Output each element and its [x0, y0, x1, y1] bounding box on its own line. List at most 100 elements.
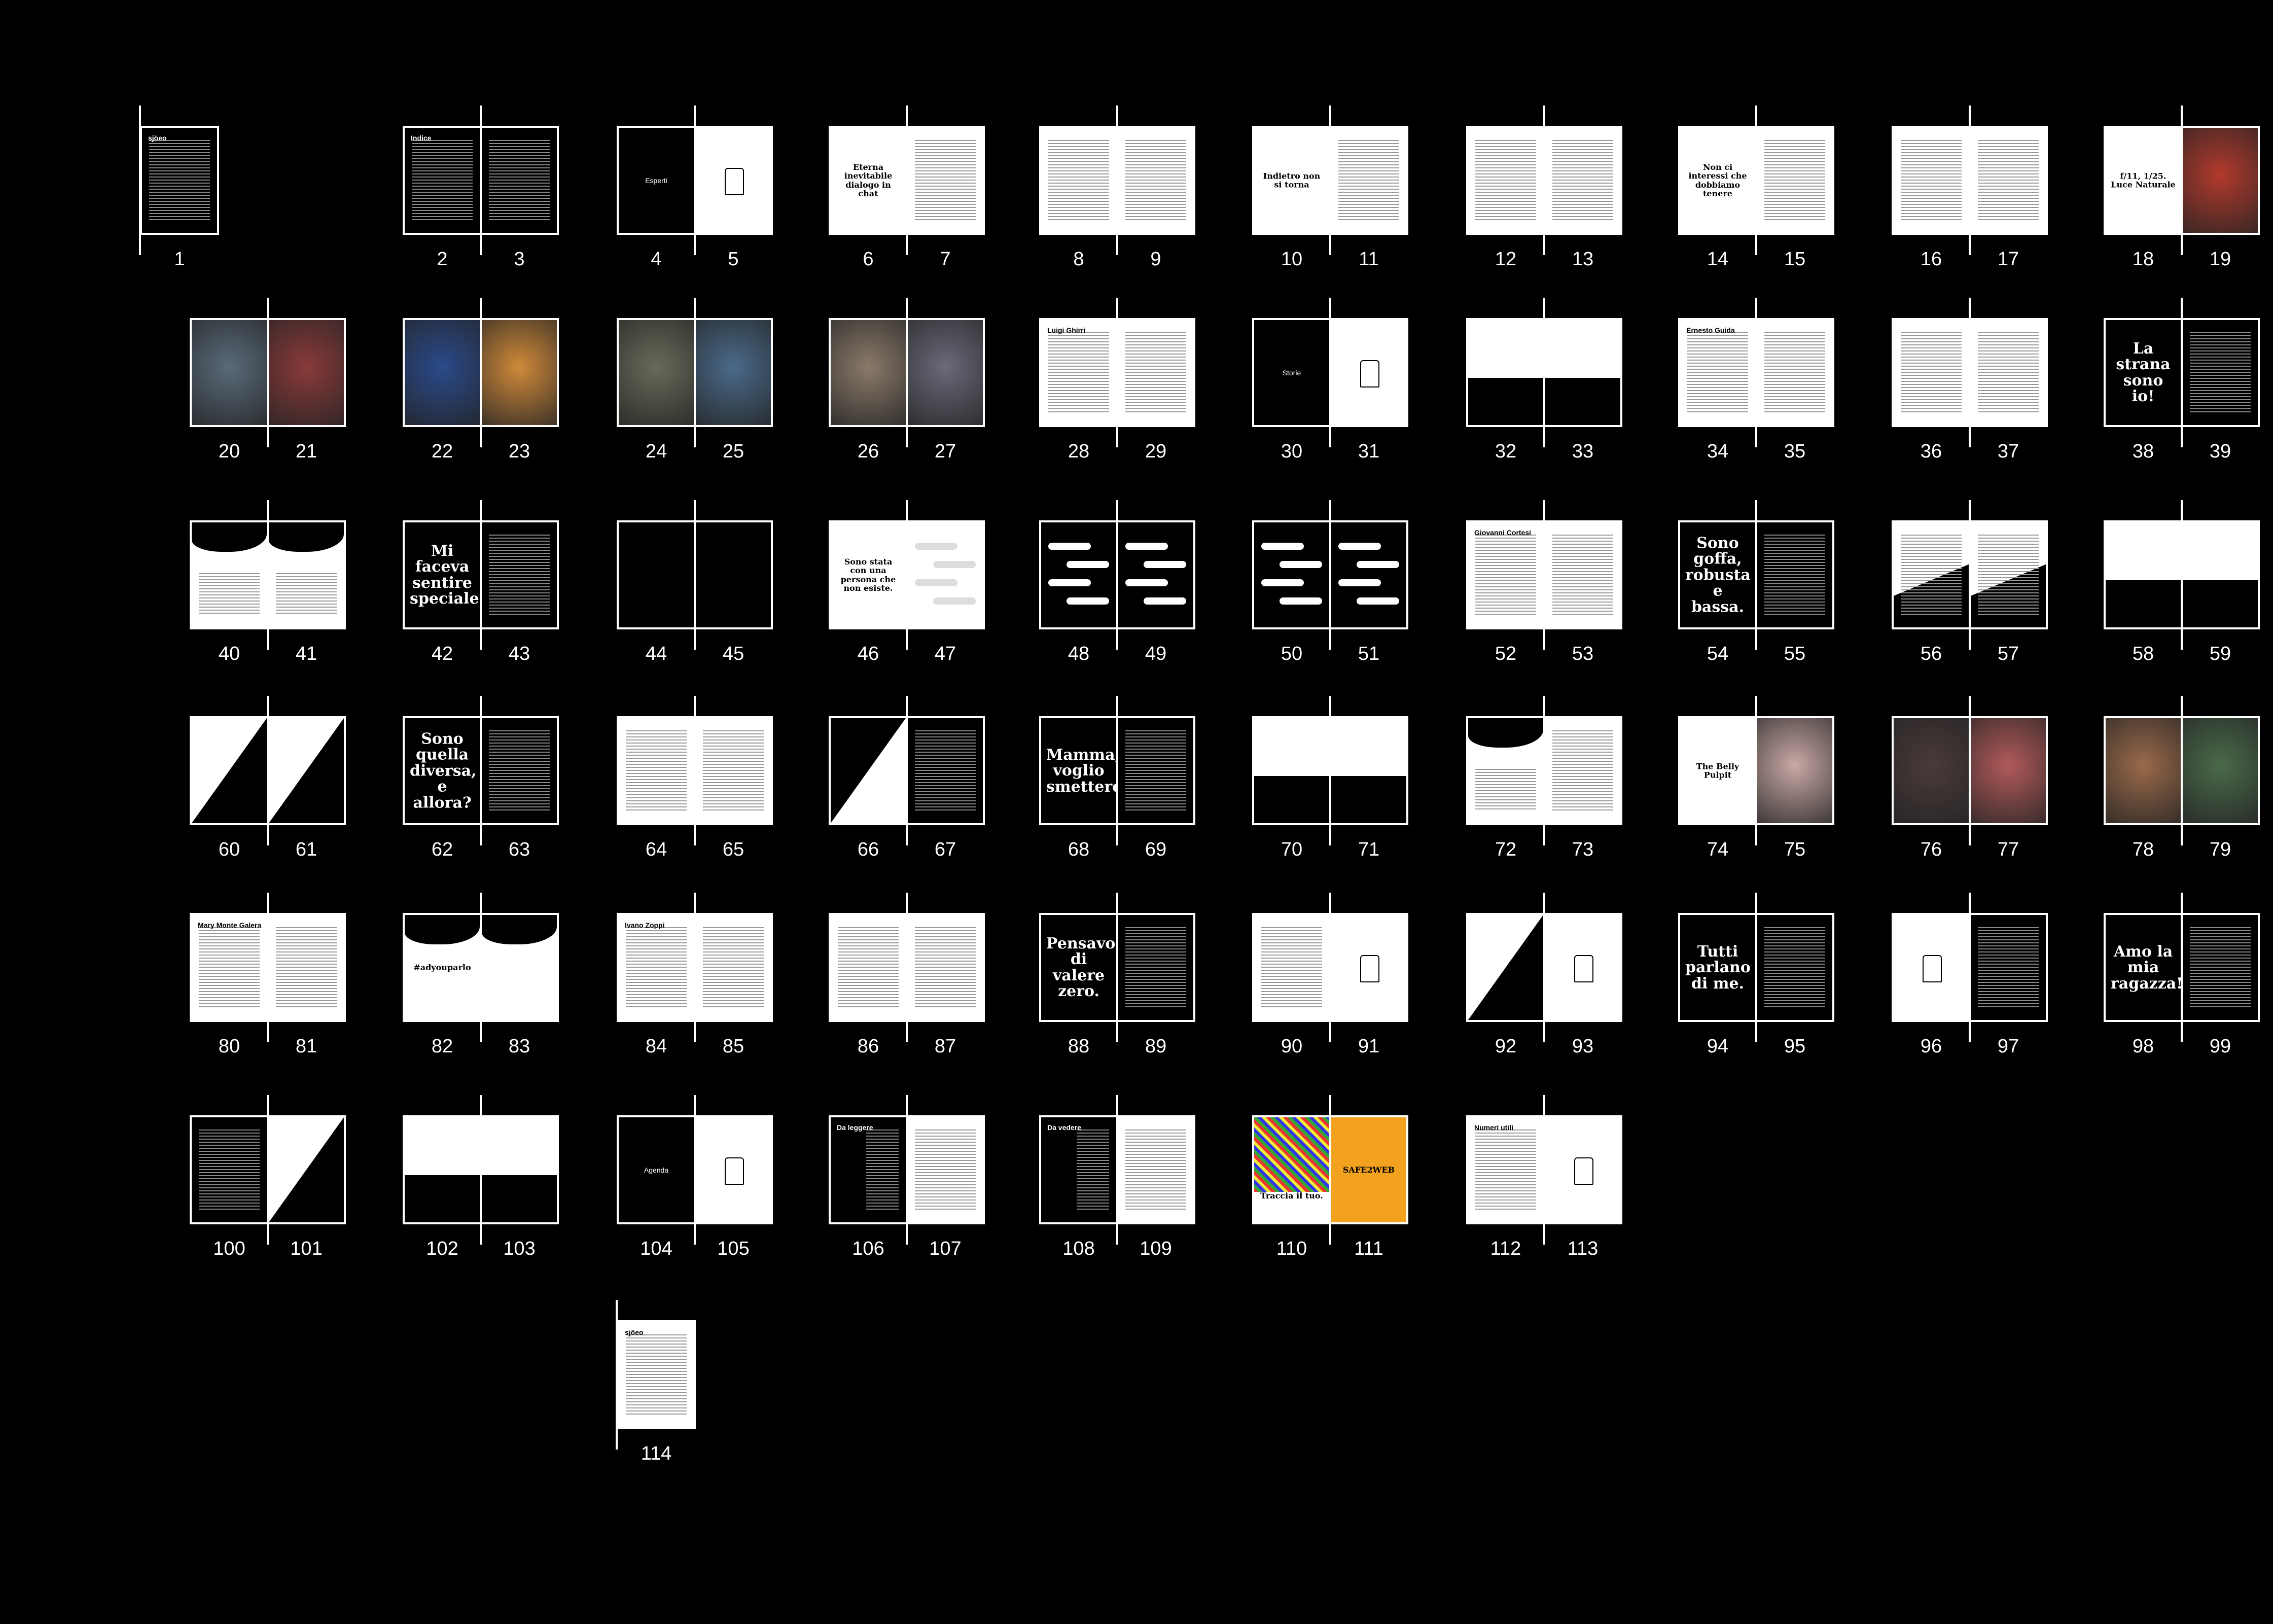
- page-thumbnail[interactable]: [1116, 126, 1195, 235]
- page-thumbnail[interactable]: Mi faceva sentire speciale.: [403, 520, 482, 629]
- page-thumbnail[interactable]: [2104, 520, 2183, 629]
- page-thumbnail[interactable]: [906, 913, 985, 1022]
- page-thumbnail[interactable]: [1252, 716, 1331, 825]
- page-thumbnail[interactable]: Agenda: [617, 1115, 696, 1224]
- page-thumbnail[interactable]: [1892, 913, 1971, 1022]
- page-thumbnail[interactable]: [1755, 318, 1834, 427]
- page-thumbnail[interactable]: [694, 716, 773, 825]
- page-thumbnail[interactable]: [2104, 716, 2183, 825]
- page-thumbnail[interactable]: [1466, 716, 1545, 825]
- page-thumbnail[interactable]: SAFE2WEB: [1329, 1115, 1408, 1224]
- page-thumbnail[interactable]: [1543, 1115, 1622, 1224]
- page-thumbnail[interactable]: [480, 716, 559, 825]
- page-thumbnail[interactable]: La strana sono io!: [2104, 318, 2183, 427]
- page-thumbnail[interactable]: [190, 318, 269, 427]
- page-thumbnail[interactable]: Mamma, voglio smettere.: [1039, 716, 1118, 825]
- page-thumbnail[interactable]: [1969, 126, 2048, 235]
- page-thumbnail[interactable]: #adyouparlo: [403, 913, 482, 1022]
- page-thumbnail[interactable]: [1969, 318, 2048, 427]
- page-thumbnail[interactable]: [1116, 913, 1195, 1022]
- page-thumbnail[interactable]: Ivano Zoppi: [617, 913, 696, 1022]
- page-thumbnail[interactable]: sjöeo: [617, 1320, 696, 1429]
- page-thumbnail[interactable]: Indice: [403, 126, 482, 235]
- page-thumbnail[interactable]: The Belly Pulpit: [1678, 716, 1757, 825]
- page-thumbnail[interactable]: Ernesto Guida: [1678, 318, 1757, 427]
- page-thumbnail[interactable]: [1329, 520, 1408, 629]
- page-thumbnail[interactable]: Sono stata con una persona che non esist…: [829, 520, 908, 629]
- page-thumbnail[interactable]: [617, 716, 696, 825]
- page-thumbnail[interactable]: Da vedere: [1039, 1115, 1118, 1224]
- page-thumbnail[interactable]: [1329, 126, 1408, 235]
- page-thumbnail[interactable]: Storie: [1252, 318, 1331, 427]
- page-thumbnail[interactable]: [1892, 318, 1971, 427]
- page-thumbnail[interactable]: [694, 913, 773, 1022]
- page-thumbnail[interactable]: Mary Monte Galera: [190, 913, 269, 1022]
- page-thumbnail[interactable]: [1039, 126, 1118, 235]
- page-thumbnail[interactable]: [617, 520, 696, 629]
- page-thumbnail[interactable]: [2181, 126, 2260, 235]
- page-thumbnail[interactable]: [2181, 716, 2260, 825]
- page-thumbnail[interactable]: [694, 318, 773, 427]
- page-thumbnail[interactable]: [480, 1115, 559, 1224]
- page-thumbnail[interactable]: [480, 318, 559, 427]
- page-thumbnail[interactable]: [829, 318, 908, 427]
- page-thumbnail[interactable]: [906, 520, 985, 629]
- page-thumbnail[interactable]: [694, 126, 773, 235]
- page-thumbnail[interactable]: [1543, 318, 1622, 427]
- page-thumbnail[interactable]: [190, 1115, 269, 1224]
- page-thumbnail[interactable]: sjöeo: [140, 126, 219, 235]
- page-thumbnail[interactable]: Tutti parlano di me.: [1678, 913, 1757, 1022]
- page-thumbnail[interactable]: [2181, 520, 2260, 629]
- page-thumbnail[interactable]: Non ci interessi che dobbiamo tenere: [1678, 126, 1757, 235]
- page-thumbnail[interactable]: [1892, 716, 1971, 825]
- page-thumbnail[interactable]: [403, 318, 482, 427]
- page-thumbnail[interactable]: [1969, 520, 2048, 629]
- page-thumbnail[interactable]: [1116, 520, 1195, 629]
- page-thumbnail[interactable]: Sono quella diversa, e allora?: [403, 716, 482, 825]
- page-thumbnail[interactable]: Da leggere: [829, 1115, 908, 1224]
- page-thumbnail[interactable]: [1116, 318, 1195, 427]
- page-thumbnail[interactable]: [694, 520, 773, 629]
- page-thumbnail[interactable]: [1543, 913, 1622, 1022]
- page-thumbnail[interactable]: [829, 716, 908, 825]
- page-thumbnail[interactable]: [1892, 126, 1971, 235]
- page-thumbnail[interactable]: Giovanni Cortesi: [1466, 520, 1545, 629]
- page-thumbnail[interactable]: [2181, 318, 2260, 427]
- page-thumbnail[interactable]: Amo la mia ragazza!: [2104, 913, 2183, 1022]
- page-thumbnail[interactable]: Sono goffa, robusta e bassa.: [1678, 520, 1757, 629]
- page-thumbnail[interactable]: [617, 318, 696, 427]
- page-thumbnail[interactable]: [1543, 126, 1622, 235]
- page-thumbnail[interactable]: [1543, 716, 1622, 825]
- page-thumbnail[interactable]: [1329, 318, 1408, 427]
- page-thumbnail[interactable]: [1116, 1115, 1195, 1224]
- page-thumbnail[interactable]: [1039, 520, 1118, 629]
- page-thumbnail[interactable]: Traccia il tuo.: [1252, 1115, 1331, 1224]
- page-thumbnail[interactable]: Esperti: [617, 126, 696, 235]
- page-thumbnail[interactable]: [403, 1115, 482, 1224]
- page-thumbnail[interactable]: [267, 318, 346, 427]
- page-thumbnail[interactable]: [1252, 913, 1331, 1022]
- page-thumbnail[interactable]: Numeri utili: [1466, 1115, 1545, 1224]
- page-thumbnail[interactable]: [829, 913, 908, 1022]
- page-thumbnail[interactable]: Indietro non si torna: [1252, 126, 1331, 235]
- page-thumbnail[interactable]: [1969, 716, 2048, 825]
- page-thumbnail[interactable]: [1755, 716, 1834, 825]
- page-thumbnail[interactable]: [1755, 520, 1834, 629]
- page-thumbnail[interactable]: [906, 126, 985, 235]
- page-thumbnail[interactable]: [480, 126, 559, 235]
- page-thumbnail[interactable]: [906, 318, 985, 427]
- page-thumbnail[interactable]: [480, 913, 559, 1022]
- page-thumbnail[interactable]: [190, 520, 269, 629]
- page-thumbnail[interactable]: Eterna inevitabile dialogo in chat: [829, 126, 908, 235]
- page-thumbnail[interactable]: [480, 520, 559, 629]
- page-thumbnail[interactable]: [1329, 716, 1408, 825]
- page-thumbnail[interactable]: [267, 716, 346, 825]
- page-thumbnail[interactable]: [1969, 913, 2048, 1022]
- page-thumbnail[interactable]: [267, 520, 346, 629]
- page-thumbnail[interactable]: f/11, 1/25. Luce Naturale: [2104, 126, 2183, 235]
- page-thumbnail[interactable]: [267, 913, 346, 1022]
- page-thumbnail[interactable]: [1252, 520, 1331, 629]
- page-thumbnail[interactable]: [1329, 913, 1408, 1022]
- page-thumbnail[interactable]: Pensavo di valere zero.: [1039, 913, 1118, 1022]
- page-thumbnail[interactable]: [2181, 913, 2260, 1022]
